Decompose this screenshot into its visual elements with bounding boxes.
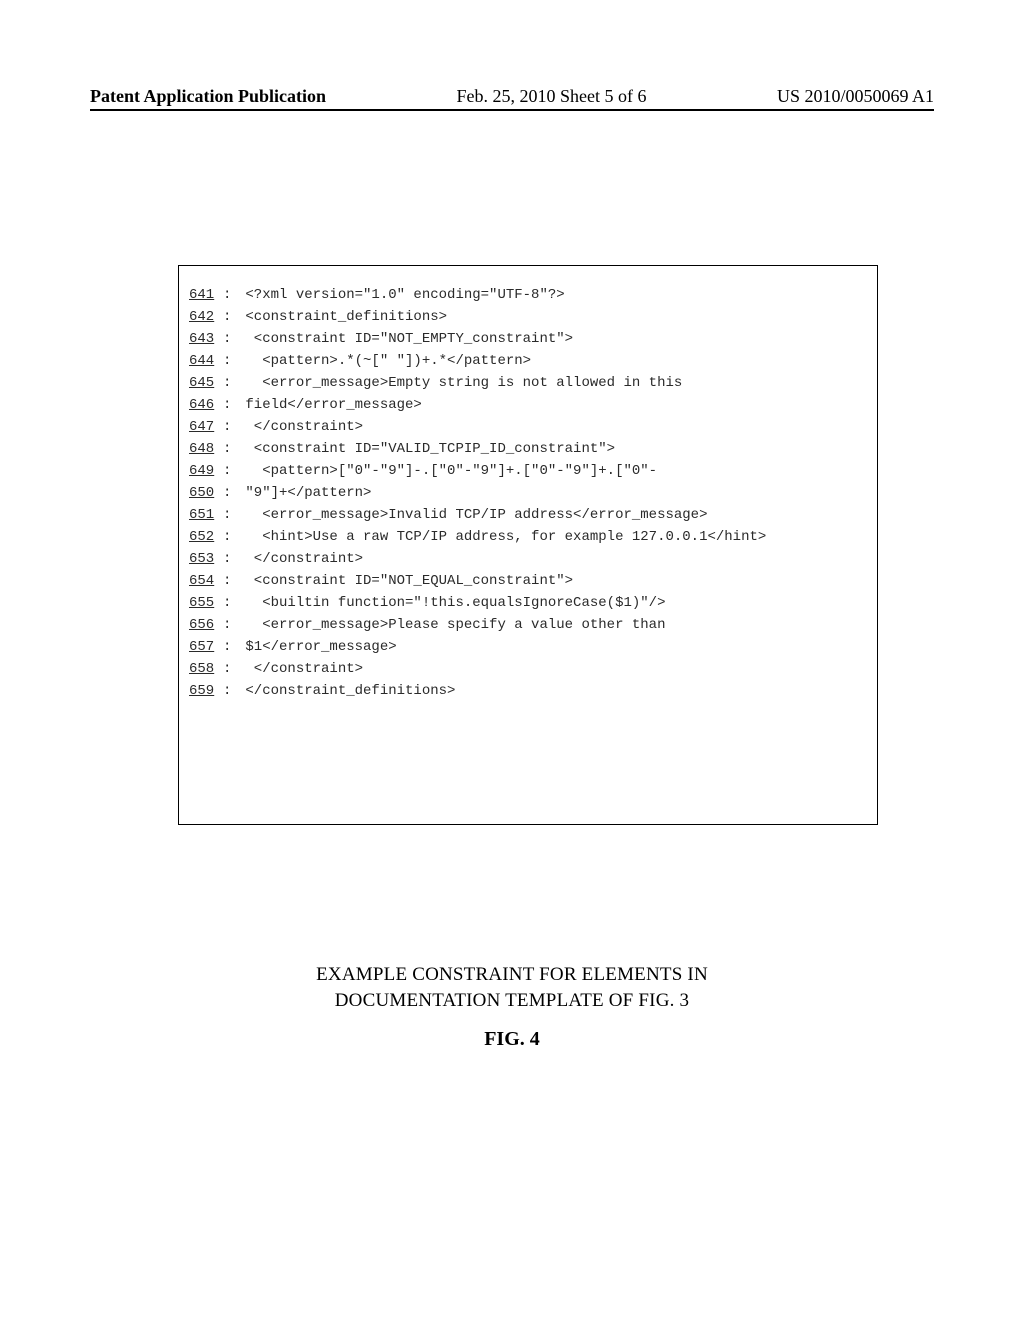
line-number-colon: : — [223, 592, 231, 614]
line-number-colon: : — [223, 680, 231, 702]
header-right: US 2010/0050069 A1 — [777, 86, 934, 107]
line-number: 654 — [189, 570, 223, 592]
header-center: Feb. 25, 2010 Sheet 5 of 6 — [457, 86, 647, 107]
code-text: <hint>Use a raw TCP/IP address, for exam… — [245, 526, 766, 548]
code-text: $1</error_message> — [245, 636, 396, 658]
code-line: 658: </constraint> — [189, 658, 867, 680]
line-number-colon: : — [223, 284, 231, 306]
code-text: <constraint ID="NOT_EQUAL_constraint"> — [245, 570, 573, 592]
code-line: 650: "9"]+</pattern> — [189, 482, 867, 504]
code-line: 655: <builtin function="!this.equalsIgno… — [189, 592, 867, 614]
figure-caption-line2: DOCUMENTATION TEMPLATE OF FIG. 3 — [0, 988, 1024, 1014]
line-number: 642 — [189, 306, 223, 328]
line-number-colon: : — [223, 372, 231, 394]
figure-caption-line1: EXAMPLE CONSTRAINT FOR ELEMENTS IN — [0, 962, 1024, 988]
line-number: 646 — [189, 394, 223, 416]
code-line: 653: </constraint> — [189, 548, 867, 570]
line-number-colon: : — [223, 350, 231, 372]
line-number: 644 — [189, 350, 223, 372]
code-line: 652: <hint>Use a raw TCP/IP address, for… — [189, 526, 867, 548]
line-number-colon: : — [223, 460, 231, 482]
figure-label: FIG. 4 — [0, 1028, 1024, 1051]
figure-caption: EXAMPLE CONSTRAINT FOR ELEMENTS IN DOCUM… — [0, 962, 1024, 1014]
line-number: 651 — [189, 504, 223, 526]
code-text: <constraint ID="NOT_EMPTY_constraint"> — [245, 328, 573, 350]
line-number-colon: : — [223, 438, 231, 460]
code-line: 657: $1</error_message> — [189, 636, 867, 658]
line-number: 658 — [189, 658, 223, 680]
code-text: <error_message>Invalid TCP/IP address</e… — [245, 504, 707, 526]
line-number: 659 — [189, 680, 223, 702]
line-number-colon: : — [223, 482, 231, 504]
code-text: <pattern>["0"-"9"]-.["0"-"9"]+.["0"-"9"]… — [245, 460, 657, 482]
line-number-colon: : — [223, 306, 231, 328]
code-line: 645: <error_message>Empty string is not … — [189, 372, 867, 394]
code-line: 648: <constraint ID="VALID_TCPIP_ID_cons… — [189, 438, 867, 460]
line-number-colon: : — [223, 636, 231, 658]
code-listing-box: 641: <?xml version="1.0" encoding="UTF-8"… — [178, 265, 878, 825]
line-number: 643 — [189, 328, 223, 350]
line-number: 657 — [189, 636, 223, 658]
line-number: 648 — [189, 438, 223, 460]
code-line: 649: <pattern>["0"-"9"]-.["0"-"9"]+.["0"… — [189, 460, 867, 482]
code-text: </constraint> — [245, 658, 363, 680]
line-number-colon: : — [223, 548, 231, 570]
code-text: </constraint> — [245, 416, 363, 438]
code-text: "9"]+</pattern> — [245, 482, 371, 504]
line-number: 645 — [189, 372, 223, 394]
code-text: </constraint> — [245, 548, 363, 570]
code-line: 642: <constraint_definitions> — [189, 306, 867, 328]
line-number: 655 — [189, 592, 223, 614]
code-text: <builtin function="!this.equalsIgnoreCas… — [245, 592, 665, 614]
line-number: 647 — [189, 416, 223, 438]
line-number: 650 — [189, 482, 223, 504]
line-number: 656 — [189, 614, 223, 636]
code-text: <?xml version="1.0" encoding="UTF-8"?> — [245, 284, 564, 306]
line-number-colon: : — [223, 504, 231, 526]
code-text: <error_message>Empty string is not allow… — [245, 372, 682, 394]
code-line: 656: <error_message>Please specify a val… — [189, 614, 867, 636]
code-line: 659: </constraint_definitions> — [189, 680, 867, 702]
code-text: <constraint ID="VALID_TCPIP_ID_constrain… — [245, 438, 615, 460]
line-number-colon: : — [223, 570, 231, 592]
line-number-colon: : — [223, 658, 231, 680]
header-left: Patent Application Publication — [90, 86, 326, 107]
line-number-colon: : — [223, 614, 231, 636]
line-number: 653 — [189, 548, 223, 570]
line-number: 652 — [189, 526, 223, 548]
code-text: <constraint_definitions> — [245, 306, 447, 328]
code-line: 641: <?xml version="1.0" encoding="UTF-8"… — [189, 284, 867, 306]
code-line: 646: field</error_message> — [189, 394, 867, 416]
page: Patent Application Publication Feb. 25, … — [0, 0, 1024, 1320]
line-number-colon: : — [223, 526, 231, 548]
line-number: 649 — [189, 460, 223, 482]
code-line: 644: <pattern>.*(~[" "])+.*</pattern> — [189, 350, 867, 372]
line-number-colon: : — [223, 416, 231, 438]
code-line: 647: </constraint> — [189, 416, 867, 438]
code-line: 654: <constraint ID="NOT_EQUAL_constrain… — [189, 570, 867, 592]
code-text: <pattern>.*(~[" "])+.*</pattern> — [245, 350, 531, 372]
line-number-colon: : — [223, 394, 231, 416]
line-number-colon: : — [223, 328, 231, 350]
code-line: 651: <error_message>Invalid TCP/IP addre… — [189, 504, 867, 526]
code-text: <error_message>Please specify a value ot… — [245, 614, 665, 636]
line-number: 641 — [189, 284, 223, 306]
code-line: 643: <constraint ID="NOT_EMPTY_constrain… — [189, 328, 867, 350]
page-header: Patent Application Publication Feb. 25, … — [90, 86, 934, 111]
code-text: field</error_message> — [245, 394, 421, 416]
code-text: </constraint_definitions> — [245, 680, 455, 702]
